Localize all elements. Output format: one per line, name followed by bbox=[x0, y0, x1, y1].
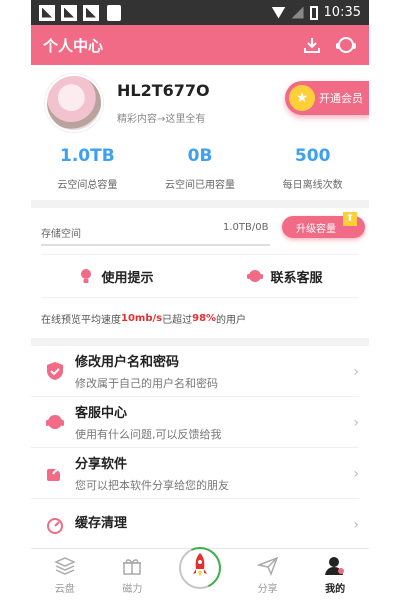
divider bbox=[31, 200, 369, 208]
share-icon bbox=[47, 465, 64, 481]
speed-value: 10mb/s bbox=[121, 312, 163, 324]
usage-tips-label: 使用提示 bbox=[101, 270, 154, 286]
chevron-right-icon: › bbox=[353, 415, 359, 431]
speed-suffix: 的用户 bbox=[216, 314, 247, 326]
menu-item-desc: 使用有什么问题,可以反馈给我 bbox=[75, 428, 222, 441]
notification-icon bbox=[61, 4, 77, 21]
page-title: 个人中心 bbox=[43, 36, 104, 55]
user-icon bbox=[325, 557, 345, 575]
avatar[interactable] bbox=[45, 73, 103, 132]
upgrade-capacity-button[interactable]: 升级容量 ⬆ bbox=[282, 212, 365, 238]
menu-item-title: 缓存清理 bbox=[75, 516, 128, 531]
tab-share[interactable]: 分享 bbox=[234, 549, 302, 600]
tab-mine[interactable]: 我的 bbox=[301, 549, 369, 600]
menu-item-title: 分享软件 bbox=[75, 457, 128, 472]
upgrade-label: 升级容量 bbox=[296, 223, 336, 235]
status-time: 10:35 bbox=[323, 5, 361, 20]
stat-total-capacity: 1.0TB 云空间总容量 bbox=[31, 140, 144, 200]
chevron-right-icon: › bbox=[353, 364, 359, 380]
rocket-button[interactable] bbox=[178, 547, 221, 589]
tab-cloud[interactable]: 云盘 bbox=[31, 549, 99, 600]
tab-label: 我的 bbox=[325, 584, 346, 595]
gauge-icon bbox=[47, 518, 63, 534]
signal-icon bbox=[291, 6, 304, 19]
support-icon bbox=[46, 415, 64, 429]
tab-label: 云盘 bbox=[54, 584, 75, 595]
username: HL2T677O bbox=[117, 80, 210, 100]
rocket-icon bbox=[192, 553, 207, 577]
menu-item-clear-cache[interactable]: 缓存清理 › bbox=[31, 499, 359, 550]
stat-offline-count: 500 每日离线次数 bbox=[256, 140, 369, 200]
menu-item-share-app[interactable]: 分享软件 您可以把本软件分享给您的朋友 › bbox=[31, 448, 359, 499]
tab-rocket[interactable] bbox=[166, 547, 234, 600]
contact-support-label: 联系客服 bbox=[270, 270, 323, 286]
stats-row: 1.0TB 云空间总容量 0B 云空间已用容量 500 每日离线次数 bbox=[31, 140, 369, 200]
stat-value: 500 bbox=[294, 146, 331, 166]
chevron-right-icon: › bbox=[353, 466, 359, 482]
storage-progress-bar bbox=[41, 244, 270, 246]
paper-plane-icon bbox=[256, 556, 278, 576]
notification-icon bbox=[39, 4, 55, 21]
wifi-icon bbox=[271, 6, 286, 19]
menu-item-desc: 您可以把本软件分享给您的朋友 bbox=[75, 479, 229, 492]
star-icon: ★ bbox=[289, 85, 315, 111]
menu-item-support-center[interactable]: 客服中心 使用有什么问题,可以反馈给我 › bbox=[31, 397, 359, 448]
tab-label: 磁力 bbox=[122, 584, 143, 595]
tab-label: 分享 bbox=[257, 584, 278, 595]
shopping-bag-icon bbox=[107, 4, 121, 21]
layers-icon bbox=[53, 557, 76, 575]
status-bar: 10:35 bbox=[31, 0, 369, 25]
stat-label: 每日离线次数 bbox=[282, 180, 343, 191]
speed-prefix: 在线预览平均速度 bbox=[41, 314, 121, 326]
contact-support-link[interactable]: 联系客服 bbox=[246, 267, 323, 286]
divider bbox=[31, 338, 369, 346]
profile-section: HL2T677O 精彩内容→这里全有 ★ 开通会员 bbox=[31, 65, 369, 140]
menu-item-title: 客服中心 bbox=[75, 406, 128, 421]
header-bar: 个人中心 bbox=[31, 25, 369, 65]
stat-label: 云空间总容量 bbox=[57, 180, 118, 191]
bottom-tab-bar: 云盘 磁力 分享 我的 bbox=[31, 547, 369, 600]
storage-label: 存储空间 bbox=[41, 229, 81, 240]
support-headset-icon[interactable] bbox=[335, 35, 357, 55]
speed-middle: 已超过 bbox=[162, 314, 193, 326]
menu-item-change-credentials[interactable]: 修改用户名和密码 修改属于自己的用户名和密码 › bbox=[31, 346, 359, 397]
tab-magnet[interactable]: 磁力 bbox=[99, 549, 167, 600]
storage-section: 存储空间 1.0TB/0B 升级容量 ⬆ bbox=[31, 208, 369, 254]
usage-tips-link[interactable]: 使用提示 bbox=[77, 267, 154, 286]
lightbulb-icon bbox=[81, 269, 92, 283]
gift-icon bbox=[123, 559, 142, 575]
notification-icon bbox=[83, 4, 99, 21]
speed-info: 在线预览平均速度 10mb/s 已超过 98% 的用户 bbox=[31, 298, 369, 338]
chevron-right-icon: › bbox=[353, 517, 359, 533]
battery-icon bbox=[309, 5, 318, 20]
stat-value: 0B bbox=[187, 146, 213, 166]
support-icon bbox=[247, 270, 264, 282]
stat-used-capacity: 0B 云空间已用容量 bbox=[144, 140, 257, 200]
stat-label: 云空间已用容量 bbox=[165, 180, 235, 191]
quick-links: 使用提示 联系客服 bbox=[31, 255, 369, 297]
app-frame: 10:35 个人中心 HL2T677O 精彩内容→这里全有 ★ 开通会员 1.0… bbox=[31, 0, 369, 600]
shield-icon bbox=[47, 362, 63, 380]
speed-percent: 98% bbox=[192, 312, 217, 324]
arrow-up-icon: ⬆ bbox=[343, 212, 357, 226]
stat-value: 1.0TB bbox=[60, 146, 115, 166]
download-icon[interactable] bbox=[303, 36, 321, 54]
menu-item-title: 修改用户名和密码 bbox=[75, 355, 180, 370]
storage-value: 1.0TB/0B bbox=[223, 222, 269, 233]
profile-subtitle: 精彩内容→这里全有 bbox=[117, 113, 206, 125]
vip-label: 开通会员 bbox=[319, 92, 363, 105]
vip-button[interactable]: ★ 开通会员 bbox=[285, 81, 369, 115]
menu-item-desc: 修改属于自己的用户名和密码 bbox=[75, 377, 218, 390]
